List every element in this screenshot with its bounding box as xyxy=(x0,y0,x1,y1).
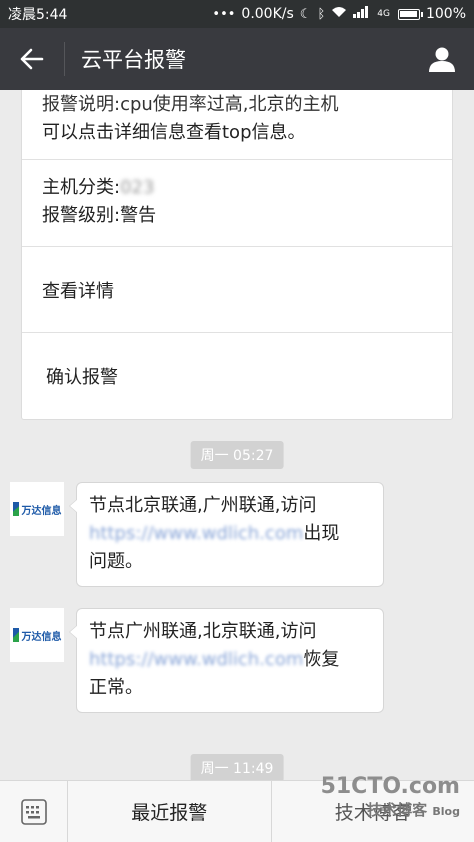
title-divider xyxy=(64,42,65,76)
confirm-alert-label: 确认报警 xyxy=(46,367,118,388)
moon-icon: ☾ xyxy=(299,6,312,22)
confirm-alert-button[interactable]: 确认报警 xyxy=(22,333,452,419)
alert-card: 报警说明:cpu使用率过高,北京的主机 可以点击详细信息查看top信息。 主机分… xyxy=(21,90,453,420)
view-details-button[interactable]: 查看详情 xyxy=(22,247,452,333)
battery-icon xyxy=(397,8,423,20)
signal-icon xyxy=(353,6,371,22)
alert-fields: 主机分类:023 报警级别:警告 xyxy=(22,160,452,247)
wifi-icon xyxy=(331,6,347,22)
blog-menu-label: 技术博客 xyxy=(334,802,411,824)
person-icon xyxy=(429,47,455,72)
network-speed: 0.00K/s xyxy=(241,6,294,22)
sender-avatar[interactable]: 万达信息 xyxy=(10,608,64,662)
host-category-row: 主机分类:023 xyxy=(42,174,432,202)
recent-alerts-label: 最近报警 xyxy=(131,802,208,824)
message-link[interactable]: https://www.wdlich.com xyxy=(89,649,303,670)
description-line-2: 可以点击详细信息查看top信息。 xyxy=(42,122,306,143)
message-after-link: 出现 xyxy=(303,523,340,544)
message-line-3: 正常。 xyxy=(89,677,143,698)
message-line-1: 节点广州联通,北京联通,访问 xyxy=(89,621,317,642)
status-time: 凌晨5:44 xyxy=(8,7,68,23)
sender-avatar[interactable]: 万达信息 xyxy=(10,482,64,536)
message-line-1: 节点北京联通,广州联通,访问 xyxy=(89,495,317,516)
keyboard-icon xyxy=(20,798,47,825)
blog-menu[interactable]: 技术博客 xyxy=(272,781,474,842)
battery-percent: 100% xyxy=(425,6,466,22)
signal-label: 4G xyxy=(377,9,390,19)
sender-name: 万达信息 xyxy=(21,631,62,643)
company-logo-icon xyxy=(12,502,19,516)
status-bar: 凌晨5:44 ••• 0.00K/s ☾ ᛒ 4G 100% xyxy=(0,0,474,28)
page-title: 云平台报警 xyxy=(81,48,186,72)
profile-button[interactable] xyxy=(410,28,474,90)
keyboard-toggle-button[interactable] xyxy=(0,780,68,842)
back-button[interactable] xyxy=(0,28,64,90)
alert-description: 报警说明:cpu使用率过高,北京的主机 可以点击详细信息查看top信息。 xyxy=(22,90,452,160)
back-arrow-icon xyxy=(20,48,44,70)
title-bar: 云平台报警 xyxy=(0,28,474,90)
message-after-link: 恢复 xyxy=(303,649,340,670)
recent-alerts-menu[interactable]: 最近报警 xyxy=(68,781,271,842)
timestamp-chip: 周一 11:49 xyxy=(190,754,284,780)
company-logo-icon xyxy=(12,628,19,642)
bluetooth-icon: ᛒ xyxy=(317,6,326,22)
dots-icon: ••• xyxy=(212,6,236,22)
sender-name: 万达信息 xyxy=(21,505,62,517)
alert-level: 报警级别:警告 xyxy=(42,205,157,226)
message-bubble[interactable]: 节点广州联通,北京联通,访问 https://www.wdlich.com恢复 … xyxy=(69,608,384,713)
description-line-1: 报警说明:cpu使用率过高,北京的主机 xyxy=(42,94,339,115)
timestamp-chip: 周一 05:27 xyxy=(190,441,284,469)
host-category-value: 023 xyxy=(120,177,155,198)
chat-area[interactable]: 报警说明:cpu使用率过高,北京的主机 可以点击详细信息查看top信息。 主机分… xyxy=(0,90,474,780)
bottom-menu-bar: 最近报警 技术博客 xyxy=(0,780,474,842)
view-details-label: 查看详情 xyxy=(42,280,114,302)
message-link[interactable]: https://www.wdlich.com xyxy=(89,523,303,544)
host-category-label: 主机分类: xyxy=(42,177,121,198)
message-line-3: 问题。 xyxy=(89,551,143,572)
message-bubble[interactable]: 节点北京联通,广州联通,访问 https://www.wdlich.com出现 … xyxy=(69,482,384,587)
